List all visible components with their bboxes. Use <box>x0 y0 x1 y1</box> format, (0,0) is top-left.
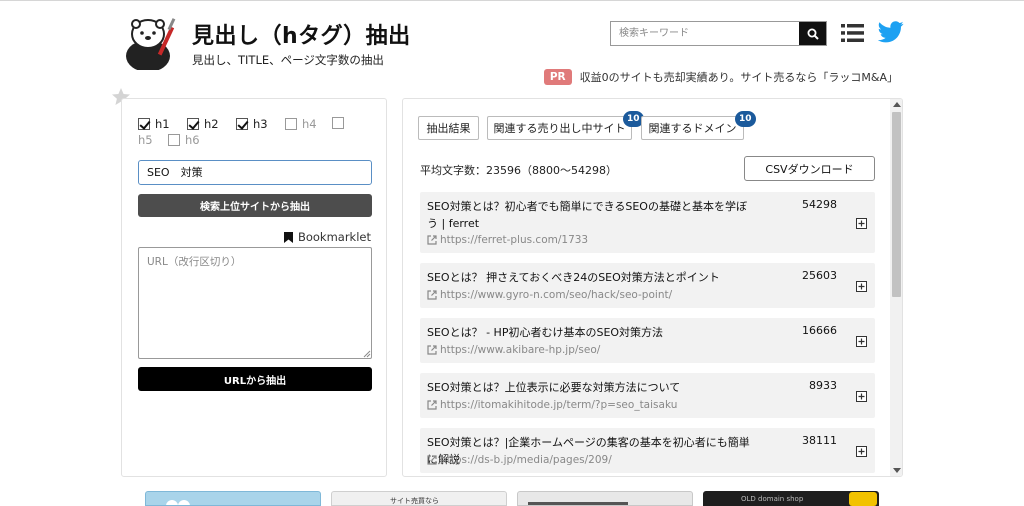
external-link-icon <box>427 455 437 465</box>
result-url-link[interactable]: https://www.gyro-n.com/seo/hack/seo-poin… <box>427 289 672 301</box>
checkbox-h6-box[interactable] <box>168 134 180 146</box>
expand-icon[interactable] <box>856 391 867 402</box>
ad-banner-2[interactable]: サイト売買なら <box>331 491 507 506</box>
page-subtitle: 見出し、TITLE、ページ文字数の抽出 <box>192 53 384 67</box>
checkbox-h3-label: h3 <box>253 117 268 131</box>
tab-related-domains[interactable]: 関連するドメイン <box>641 116 744 140</box>
checkbox-h3-box[interactable] <box>236 118 248 130</box>
external-link-icon <box>427 400 437 410</box>
page-title: 見出し（hタグ）抽出 <box>192 24 411 49</box>
result-item: SEOとは？ - HP初心者むけ基本のSEO対策方法 16666 https:/… <box>420 318 875 363</box>
checkbox-h4[interactable]: h4 <box>285 117 317 131</box>
site-search <box>610 21 827 46</box>
result-char-count: 16666 <box>802 324 837 337</box>
expand-icon[interactable] <box>856 218 867 229</box>
scroll-down-arrow-icon[interactable] <box>893 468 901 473</box>
bookmarklet-link[interactable]: Bookmarklet <box>283 230 371 244</box>
hamburger-menu-icon[interactable] <box>841 23 864 43</box>
expand-icon[interactable] <box>856 281 867 292</box>
scroll-up-arrow-icon[interactable] <box>893 102 901 107</box>
checkbox-h2[interactable]: h2 <box>187 117 219 131</box>
result-char-count: 54298 <box>802 198 837 211</box>
banner-3-graphic <box>528 502 628 505</box>
checkbox-h6[interactable]: h6 <box>168 133 200 147</box>
resize-grip-icon[interactable] <box>363 350 371 358</box>
checkbox-h1-label: h1 <box>155 117 170 131</box>
checkbox-h5-box[interactable] <box>332 117 344 129</box>
pr-badge: PR <box>543 69 572 85</box>
result-url: https://www.akibare-hp.jp/seo/ <box>440 344 601 356</box>
search-icon <box>807 28 819 40</box>
checkbox-h1-box[interactable] <box>138 118 150 130</box>
external-link-icon <box>427 290 437 300</box>
extract-from-url-button[interactable]: URLから抽出 <box>138 367 372 391</box>
result-title[interactable]: SEO対策とは？初心者でも簡単にできるSEOの基礎と基本を学ぼう | ferre… <box>427 198 757 232</box>
search-button[interactable] <box>799 22 826 45</box>
tab-related-sites-for-sale[interactable]: 関連する売り出し中サイト <box>487 116 632 140</box>
external-link-icon <box>427 345 437 355</box>
result-item: SEO対策とは？上位表示に必要な対策方法について 8933 https://it… <box>420 373 875 418</box>
bookmarklet-label: Bookmarklet <box>297 230 371 244</box>
checkbox-h4-label: h4 <box>302 117 317 131</box>
checkbox-h4-box[interactable] <box>285 118 297 130</box>
checkbox-h5-label-row: h5 <box>138 133 153 147</box>
ad-banner-1[interactable] <box>145 491 321 506</box>
scrollbar-thumb[interactable] <box>892 112 901 297</box>
result-url: https://itomakihitode.jp/term/?p=seo_tai… <box>440 399 678 411</box>
url-textarea[interactable] <box>138 247 372 359</box>
banner-2-text: サイト売買なら <box>390 497 439 505</box>
extract-options-panel: h1 h2 h3 h4 h5 h6 SEO 対策 検索上位サイトから抽出 Boo… <box>121 98 387 477</box>
twitter-icon[interactable] <box>878 21 904 43</box>
related-domains-count-badge: 10 <box>735 111 756 127</box>
result-url-link[interactable]: https://itomakihitode.jp/term/?p=seo_tai… <box>427 399 677 411</box>
expand-icon[interactable] <box>856 336 867 347</box>
extract-top-sites-button[interactable]: 検索上位サイトから抽出 <box>138 194 372 217</box>
checkbox-h5-label: h5 <box>138 133 153 147</box>
result-title[interactable]: SEOとは？ - HP初心者むけ基本のSEO対策方法 <box>427 324 757 341</box>
banner-4-graphic <box>849 492 877 506</box>
checkbox-h1[interactable]: h1 <box>138 117 170 131</box>
checkbox-h2-label: h2 <box>204 117 219 131</box>
result-item: SEOとは？ 押さえておくべき24のSEO対策方法とポイント 25603 htt… <box>420 263 875 308</box>
external-link-icon <box>427 235 437 245</box>
checkbox-h6-label: h6 <box>185 133 200 147</box>
pr-text: 収益0のサイトも売却実績あり。サイト売るなら「ラッコM&A」 <box>579 71 898 84</box>
result-url: https://ds-b.jp/media/pages/209/ <box>440 454 612 466</box>
result-title[interactable]: SEO対策とは？上位表示に必要な対策方法について <box>427 379 757 396</box>
result-item: SEO対策とは？|企業ホームページの集客の基本を初心者にも簡単に解説 38111… <box>420 428 875 473</box>
result-item: SEO対策とは？初心者でも簡単にできるSEOの基礎と基本を学ぼう | ferre… <box>420 192 875 253</box>
top-border <box>0 0 1024 1</box>
ad-banner-3[interactable] <box>517 491 693 506</box>
keyword-input[interactable]: SEO 対策 <box>138 160 372 185</box>
tab-results[interactable]: 抽出結果 <box>418 116 479 140</box>
expand-icon[interactable] <box>856 446 867 457</box>
checkbox-h5[interactable] <box>332 117 349 129</box>
ad-banner-4[interactable]: OLD domain shop <box>703 491 879 506</box>
rakko-mascot-logo[interactable] <box>124 16 182 70</box>
result-title[interactable]: SEOとは？ 押さえておくべき24のSEO対策方法とポイント <box>427 269 757 286</box>
results-scrollbar[interactable] <box>890 99 902 476</box>
results-panel: 抽出結果 関連する売り出し中サイト 10 関連するドメイン 10 平均文字数：2… <box>402 98 903 477</box>
pr-ad-link[interactable]: PR 収益0のサイトも売却実績あり。サイト売るなら「ラッコM&A」 <box>543 69 898 85</box>
search-input[interactable] <box>611 22 799 45</box>
result-char-count: 8933 <box>809 379 837 392</box>
result-char-count: 25603 <box>802 269 837 282</box>
result-url: https://ferret-plus.com/1733 <box>440 234 589 246</box>
result-url: https://www.gyro-n.com/seo/hack/seo-poin… <box>440 289 673 301</box>
result-url-link[interactable]: https://ds-b.jp/media/pages/209/ <box>427 454 612 466</box>
bookmark-icon <box>283 231 293 243</box>
csv-download-button[interactable]: CSVダウンロード <box>744 156 875 181</box>
banner-1-graphic <box>166 500 190 505</box>
average-char-count: 平均文字数：23596（8800〜54298） <box>420 164 617 177</box>
checkbox-h3[interactable]: h3 <box>236 117 268 131</box>
result-url-link[interactable]: https://www.akibare-hp.jp/seo/ <box>427 344 600 356</box>
result-url-link[interactable]: https://ferret-plus.com/1733 <box>427 234 588 246</box>
result-char-count: 38111 <box>802 434 837 447</box>
checkbox-h2-box[interactable] <box>187 118 199 130</box>
